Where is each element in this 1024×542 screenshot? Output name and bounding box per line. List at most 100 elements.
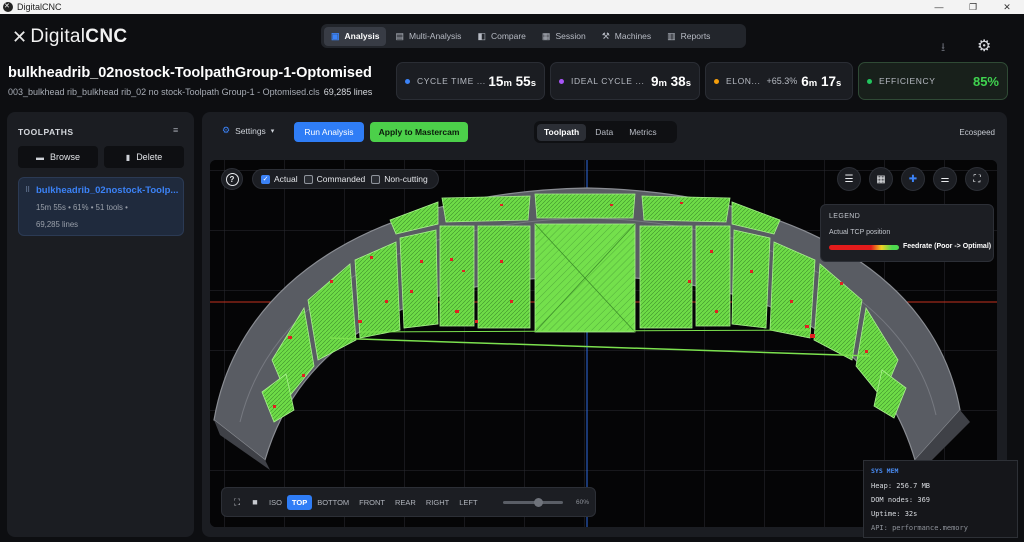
toolpath-list-item[interactable]: ⠿ bulkheadrib_02nostock-Toolp... 15m 55s… [18, 177, 184, 236]
path-filter-bar: ✓ Actual Commanded Non-cutting [252, 169, 439, 189]
sort-icon[interactable]: ≡ [173, 125, 178, 135]
fullscreen-icon[interactable]: ⛶ [965, 167, 989, 191]
minutes-unit: m [808, 77, 818, 89]
metric-label: EFFICIENCY [879, 76, 936, 86]
browse-button[interactable]: ▬ Browse [18, 146, 98, 168]
folder-icon: ▬ [35, 152, 44, 162]
legend-title: LEGEND [829, 213, 861, 220]
view-bottom-button[interactable]: BOTTOM [312, 495, 354, 510]
toolpath-meta: 15m 55s • 61% • 51 tools • [36, 203, 128, 212]
filter-actual-label: Actual [274, 174, 298, 184]
tab-session[interactable]: ▦ Session [535, 27, 593, 46]
tab-compare[interactable]: ◧ Compare [470, 27, 532, 46]
settings-label: Settings [235, 125, 266, 136]
list-icon[interactable]: ☰ [837, 167, 861, 191]
metric-label: CYCLE TIME ... [417, 76, 486, 86]
tab-toolpath[interactable]: Toolpath [537, 123, 587, 141]
minutes-unit: m [658, 77, 667, 89]
legend-gradient-label: Feedrate (Poor -> Optimal) [903, 243, 992, 250]
check-icon: ✓ [261, 174, 270, 184]
zoom-slider-handle[interactable] [534, 497, 544, 507]
chart-icon: ▣ [331, 30, 340, 41]
metric-seconds: 17 [820, 73, 836, 89]
tab-reports-label: Reports [680, 31, 711, 41]
view-rear-button[interactable]: REAR [390, 495, 421, 510]
fit-view-icon[interactable]: ⛶ [228, 497, 246, 508]
legend-subtitle: Actual TCP position [829, 229, 891, 236]
tab-analysis[interactable]: ▣ Analysis [324, 26, 387, 46]
checkbox-icon [371, 174, 381, 184]
metric-value: 15m 55s [488, 74, 536, 89]
minimize-button[interactable]: — [922, 0, 956, 14]
uptime-readout: Uptime: 32s [871, 510, 918, 518]
tab-multi-analysis-label: Multi-Analysis [409, 31, 462, 41]
metric-minutes: 15 [488, 73, 504, 89]
zoom-slider[interactable] [502, 497, 563, 507]
sliders-icon[interactable]: ⚌ [933, 167, 957, 191]
efficiency-value: 85% [972, 73, 999, 89]
gear-icon[interactable]: ⚙ [977, 36, 991, 56]
metric-percent: +65.3% [766, 76, 798, 86]
view-right-button[interactable]: RIGHT [421, 495, 454, 510]
puzzle-icon[interactable]: ✚ [901, 167, 925, 191]
app-logo: ✕ Digital CNC [12, 26, 127, 48]
filter-non-cutting[interactable]: Non-cutting [371, 174, 428, 184]
trash-icon: ▮ [125, 152, 131, 162]
metric-elongation: ELON... +65.3% 6m 17s [705, 62, 853, 100]
file-subtitle: 003_bulkhead rib_bulkhead rib_02 no stoc… [8, 87, 372, 97]
tab-machines-label: Machines [614, 31, 652, 41]
tab-session-label: Session [555, 31, 586, 41]
metric-seconds: 38 [670, 73, 686, 89]
zoom-value: 60% [575, 498, 589, 506]
main-nav-tabs: ▣ Analysis ▤ Multi-Analysis ◧ Compare ▦ Sess… [321, 24, 746, 48]
download-icon[interactable]: ⭳ [941, 38, 945, 59]
browse-label: Browse [49, 152, 80, 162]
view-left-button[interactable]: LEFT [454, 495, 482, 510]
filter-actual[interactable]: ✓ Actual [261, 174, 298, 184]
seconds-unit: s [835, 77, 842, 89]
logo-text-bold: CNC [85, 26, 128, 47]
view-top-button[interactable]: TOP [286, 494, 313, 510]
camera-icon[interactable]: ■ [246, 497, 264, 507]
layers-icon: ▤ [395, 30, 404, 41]
tab-analysis-label: Analysis [344, 31, 380, 41]
compare-icon: ◧ [477, 30, 486, 41]
tab-metrics[interactable]: Metrics [622, 124, 663, 141]
top-bar: ✕ Digital CNC ▣ Analysis ▤ Multi-Analysis ◧… [0, 14, 1024, 56]
maximize-button[interactable]: ❐ [956, 0, 990, 14]
help-icon[interactable] [221, 168, 243, 190]
drag-handle-icon[interactable]: ⠿ [25, 186, 30, 194]
chevron-down-icon: ▾ [270, 127, 275, 135]
delete-label: Delete [136, 152, 163, 162]
view-front-button[interactable]: FRONT [354, 495, 390, 510]
run-analysis-button[interactable]: Run Analysis [294, 122, 364, 142]
app-icon [3, 2, 13, 12]
close-button[interactable]: ✕ [990, 0, 1024, 14]
page-title: bulkheadrib_02nostock-ToolpathGroup-1-Op… [8, 65, 372, 81]
view-iso-button[interactable]: ISO [264, 495, 287, 510]
tab-data[interactable]: Data [588, 124, 620, 141]
grid-icon[interactable]: ▦ [869, 167, 893, 191]
settings-dropdown[interactable]: ⚙ Settings ▾ [222, 125, 274, 136]
metric-efficiency: EFFICIENCY 85% [858, 62, 1008, 100]
gear-icon: ⚙ [222, 125, 231, 135]
feedrate-legend: LEGEND Actual TCP position Feedrate (Poo… [820, 204, 994, 262]
minutes-unit: m [503, 77, 512, 89]
filter-commanded[interactable]: Commanded [303, 174, 366, 184]
toolpath-name: bulkheadrib_02nostock-Toolp... [36, 185, 179, 196]
apply-to-mastercam-button[interactable]: Apply to Mastercam [370, 122, 468, 142]
tab-multi-analysis[interactable]: ▤ Multi-Analysis [388, 27, 468, 46]
filter-commanded-label: Commanded [316, 174, 366, 184]
report-icon: ▥ [667, 30, 676, 41]
window-titlebar: DigitalCNC — ❐ ✕ [0, 0, 1024, 14]
viewport-tools: ☰ ▦ ✚ ⚌ ⛶ [837, 167, 989, 191]
tab-reports[interactable]: ▥ Reports [660, 27, 717, 46]
toolpaths-sidebar: TOOLPATHS ≡ ▬ Browse ▮ Delete ⠿ bulkheadri… [7, 112, 194, 537]
metric-value: 9m 38s [651, 74, 691, 89]
view-controls: ⛶ ■ ISO TOP BOTTOM FRONT REAR RIGHT LEFT… [221, 487, 596, 517]
metric-label: ELON... [726, 76, 761, 86]
heap-readout: Heap: 256.7 MB [871, 482, 931, 490]
delete-button[interactable]: ▮ Delete [104, 146, 184, 168]
tab-machines[interactable]: ⚒ Machines [595, 27, 658, 46]
sidebar-title: TOOLPATHS [18, 127, 74, 137]
